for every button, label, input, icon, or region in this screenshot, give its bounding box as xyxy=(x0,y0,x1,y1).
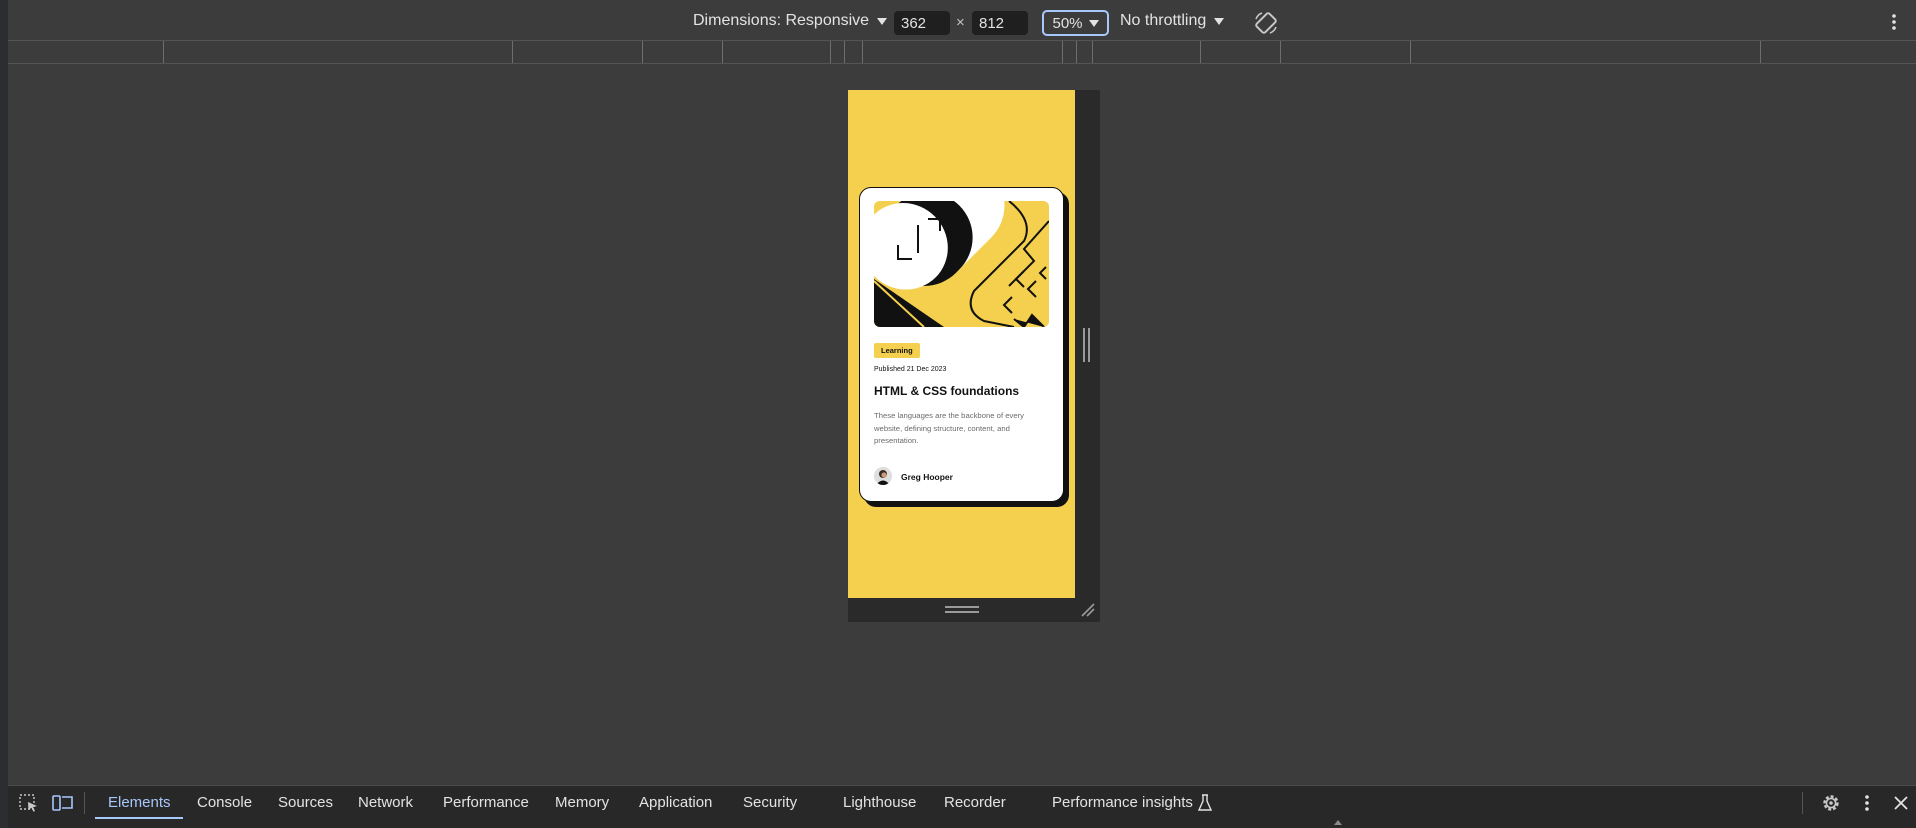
published-date: Published 21 Dec 2023 xyxy=(874,366,947,373)
more-vertical-icon[interactable] xyxy=(1856,793,1878,813)
category-tag[interactable]: Learning xyxy=(874,343,920,358)
more-vertical-icon[interactable] xyxy=(1886,12,1902,32)
throttling-dropdown[interactable]: No throttling xyxy=(1120,12,1225,30)
drawer-strip xyxy=(8,819,1916,828)
dropdown-caret-icon xyxy=(877,17,888,25)
throttling-label: No throttling xyxy=(1120,12,1207,29)
tab-memory[interactable]: Memory xyxy=(555,794,609,811)
card-description: These languages are the backbone of ever… xyxy=(874,411,1025,446)
tab-sources[interactable]: Sources xyxy=(278,794,333,811)
gear-icon[interactable] xyxy=(1820,793,1842,813)
ruler-tick xyxy=(1280,41,1281,63)
resize-handle-right[interactable] xyxy=(1083,328,1091,362)
ruler-tick xyxy=(1410,41,1411,63)
ruler-tick xyxy=(642,41,643,63)
ruler-tick xyxy=(722,41,723,63)
rotate-icon[interactable] xyxy=(1252,9,1280,37)
devtools-tab-bar: Elements Console Sources Network Perform… xyxy=(8,785,1916,819)
dimensions-dropdown[interactable]: Dimensions: Responsive xyxy=(693,12,888,30)
media-query-ruler xyxy=(8,40,1916,64)
tab-network[interactable]: Network xyxy=(358,794,413,811)
tab-elements[interactable]: Elements xyxy=(108,794,171,811)
flask-icon xyxy=(1197,794,1213,817)
toolbar-divider xyxy=(1802,792,1803,814)
card-title[interactable]: HTML & CSS foundations xyxy=(874,384,1019,398)
tab-console[interactable]: Console xyxy=(197,794,252,811)
width-input[interactable] xyxy=(894,11,950,35)
tab-security[interactable]: Security xyxy=(743,794,797,811)
zoom-label: 50% xyxy=(1052,14,1083,32)
zoom-dropdown[interactable]: 50% xyxy=(1042,10,1109,36)
resize-handle-bottom[interactable] xyxy=(945,606,979,616)
device-toolbar-icon[interactable] xyxy=(52,793,74,813)
left-edge-strip xyxy=(0,0,8,828)
ruler-tick xyxy=(844,41,845,63)
dropdown-caret-icon xyxy=(1214,17,1225,25)
ruler-tick xyxy=(862,41,863,63)
ruler-tick xyxy=(1200,41,1201,63)
device-viewport: Learning Published 21 Dec 2023 HTML & CS… xyxy=(848,90,1075,598)
tab-performance-insights[interactable]: Performance insights xyxy=(1052,794,1193,811)
ruler-tick xyxy=(512,41,513,63)
tab-lighthouse[interactable]: Lighthouse xyxy=(843,794,916,811)
dropdown-caret-icon xyxy=(1088,19,1099,27)
resize-handle-corner[interactable] xyxy=(1080,602,1096,618)
tab-application[interactable]: Application xyxy=(639,794,712,811)
height-input[interactable] xyxy=(972,11,1028,35)
avatar xyxy=(874,467,892,485)
author-name: Greg Hooper xyxy=(901,472,953,482)
tab-recorder[interactable]: Recorder xyxy=(944,794,1006,811)
tab-performance[interactable]: Performance xyxy=(443,794,529,811)
ruler-tick xyxy=(1076,41,1077,63)
ruler-tick xyxy=(1062,41,1063,63)
ruler-tick xyxy=(1760,41,1761,63)
ruler-tick xyxy=(830,41,831,63)
drawer-toggle-icon[interactable] xyxy=(1334,820,1342,825)
ruler-tick xyxy=(163,41,164,63)
ruler-tick xyxy=(1092,41,1093,63)
inspect-element-icon[interactable] xyxy=(18,793,40,813)
dimension-separator: × xyxy=(956,14,965,31)
device-toolbar: Dimensions: Responsive × 50% No throttli… xyxy=(8,0,1916,44)
toolbar-divider xyxy=(84,792,85,814)
card-illustration xyxy=(874,201,1049,327)
dimensions-label: Dimensions: Responsive xyxy=(693,12,870,29)
blog-preview-card: Learning Published 21 Dec 2023 HTML & CS… xyxy=(859,187,1064,502)
close-icon[interactable] xyxy=(1890,793,1912,813)
device-frame: Learning Published 21 Dec 2023 HTML & CS… xyxy=(848,90,1100,622)
